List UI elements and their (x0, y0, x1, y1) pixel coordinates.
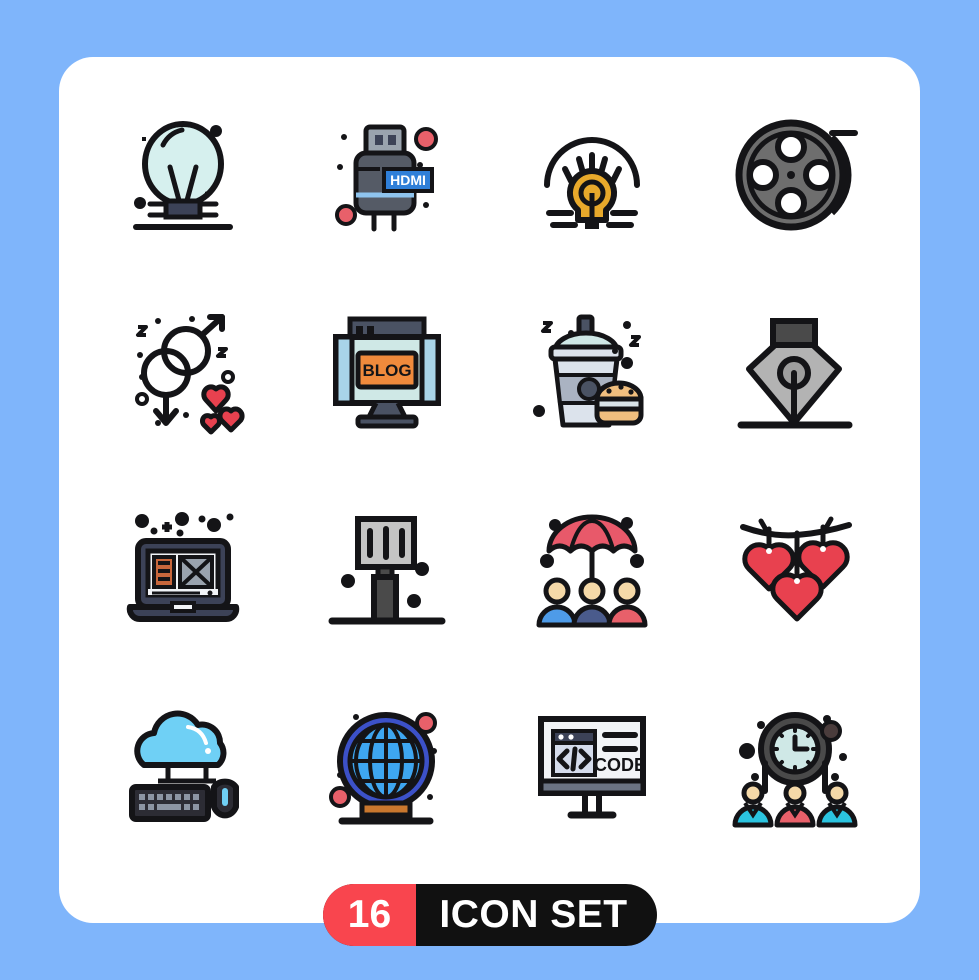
icon-cell-code[interactable]: CODE (490, 669, 694, 867)
icon-cell-insurance[interactable] (490, 471, 694, 669)
signboard-icon (328, 516, 446, 625)
time-management-icon (732, 712, 858, 828)
icon-cell-film-reel[interactable] (694, 75, 898, 273)
icon-cell-globe[interactable] (285, 669, 489, 867)
svg-text:CODE: CODE (594, 755, 646, 775)
icon-cell-cloud-computing[interactable] (81, 669, 285, 867)
icon-cell-idea[interactable] (490, 75, 694, 273)
icon-cell-blog[interactable]: BLOG (285, 273, 489, 471)
globe-icon (329, 712, 438, 825)
hdmi-cable-icon: HDMI (335, 124, 439, 232)
cloud-computing-icon (129, 710, 240, 822)
umbrella-insurance-icon (536, 514, 648, 628)
icon-cell-lightbulb[interactable] (81, 75, 285, 273)
film-reel-icon (735, 119, 858, 231)
hanging-hearts-icon (739, 516, 852, 622)
icon-set-badge: 16 ICON SET (323, 884, 657, 946)
icon-set-label: ICON SET (439, 893, 628, 936)
icon-grid: HDMI BLOG CODE (59, 57, 920, 867)
gender-love-icon (135, 314, 245, 435)
laptop-layout-icon (126, 512, 240, 622)
code-monitor-icon: CODE (537, 716, 646, 819)
lightbulb-icon (133, 121, 234, 230)
icon-cell-hdmi[interactable]: HDMI (285, 75, 489, 273)
svg-text:HDMI: HDMI (390, 172, 426, 188)
icon-cell-pen-nib[interactable] (694, 273, 898, 471)
svg-text:BLOG: BLOG (363, 361, 412, 380)
icon-cell-laptop-layout[interactable] (81, 471, 285, 669)
pen-nib-icon (737, 318, 853, 429)
idea-bulb-icon (543, 137, 640, 229)
icon-cell-time-management[interactable] (694, 669, 898, 867)
icon-set-poster: HDMI BLOG CODE 16 ICON SET (0, 0, 979, 980)
icon-count: 16 (323, 884, 416, 946)
icon-cell-hanging-hearts[interactable] (694, 471, 898, 669)
icon-cell-signboard[interactable] (285, 471, 489, 669)
fast-food-icon (532, 314, 644, 428)
icon-cell-fast-food[interactable] (490, 273, 694, 471)
icon-cell-gender-love[interactable] (81, 273, 285, 471)
blog-monitor-icon: BLOG (333, 316, 442, 429)
